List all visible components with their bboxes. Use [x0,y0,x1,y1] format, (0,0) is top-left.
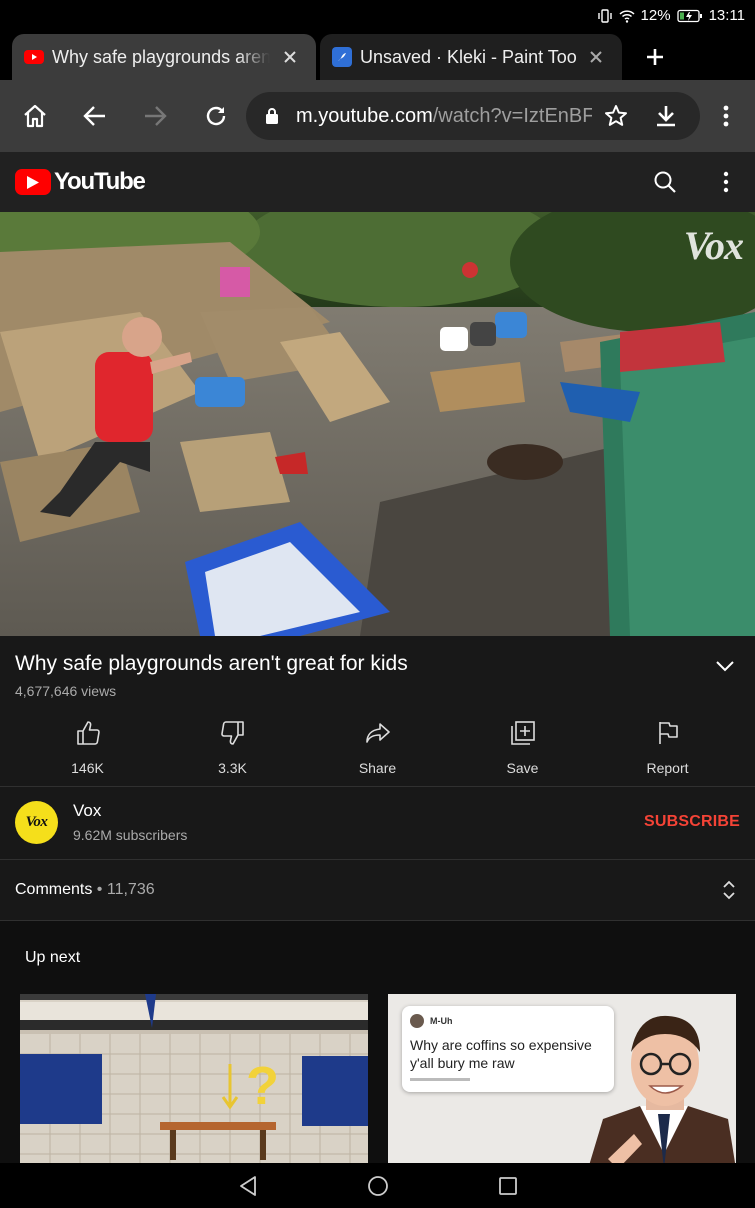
battery-icon [676,9,703,23]
tab-title: Why safe playgrounds aren't great for ki… [52,46,270,67]
like-button[interactable]: 146K [15,718,160,776]
address-bar[interactable]: m.youtube.com/watch?v=IztEnBF [246,92,700,140]
url-text: m.youtube.com/watch?v=IztEnBF [296,105,592,128]
reload-icon [206,106,226,126]
dislike-button[interactable]: 3.3K [160,718,305,776]
new-tab-button[interactable] [640,42,670,72]
plus-icon [647,49,663,65]
battery-percent: 12% [640,7,671,24]
view-count: 4,677,646 views [15,683,117,699]
thumbs-down-icon [218,718,248,748]
nav-back-button[interactable] [235,1173,261,1199]
status-bar: 12% 13:11 [0,0,755,32]
video-details: Why safe playgrounds aren't great for ki… [0,636,755,786]
dislike-count: 3.3K [218,760,247,776]
nav-recents-button[interactable] [495,1173,521,1199]
tweet-avatar [410,1014,424,1028]
square-recents-icon [499,1177,517,1195]
flag-icon [653,718,683,748]
youtube-play-icon [15,169,51,195]
report-label: Report [646,760,689,776]
tab-strip: Why safe playgrounds aren't great for ki… [0,32,755,80]
home-button[interactable] [17,98,53,134]
triangle-back-icon [240,1176,256,1196]
more-vertical-icon [723,105,729,127]
subway-bench-image: ? [20,994,368,1163]
comments-section[interactable]: Comments • 11,736 [0,860,755,920]
share-button[interactable]: Share [305,718,450,776]
bookmark-star-icon[interactable] [598,98,634,134]
browser-toolbar: m.youtube.com/watch?v=IztEnBF [0,80,755,152]
arrow-left-icon [83,106,105,126]
close-tab-icon[interactable] [582,43,610,71]
home-icon [24,104,46,128]
subscribe-button[interactable]: SUBSCRIBE [644,813,740,831]
svg-text:?: ? [246,1056,279,1116]
download-icon[interactable] [648,98,684,134]
forward-button[interactable] [137,98,173,134]
lock-icon [262,104,282,128]
save-label: Save [506,760,539,776]
video-title[interactable]: Why safe playgrounds aren't great for ki… [15,652,408,676]
kleki-favicon-icon [332,47,352,67]
chevron-down-icon[interactable] [713,654,737,678]
tab-title: Unsaved · Kleki - Paint Tool [360,46,576,67]
reload-button[interactable] [198,98,234,134]
youtube-favicon-icon [24,47,44,67]
thumbs-up-icon [73,718,103,748]
share-icon [363,718,393,748]
tweet-card: M-Uh Why are coffins so expensive y'all … [402,1006,614,1092]
up-next-label: Up next [25,949,81,966]
save-button[interactable]: Save [450,718,595,776]
status-icons: 12% 13:11 [597,7,745,24]
vibrate-icon [597,8,613,23]
tweet-meta-line [410,1078,470,1081]
video-player[interactable]: Vox [0,212,755,636]
url-path: /watch?v=IztEnBF [432,104,592,127]
up-next-section: Up next ? M-Uh Why are coffins so expens… [0,921,755,1163]
youtube-logo[interactable]: YouTube [15,168,146,196]
tweet-header: M-Uh [410,1014,606,1028]
comments-count: 11,736 [106,881,155,898]
nav-home-button[interactable] [365,1173,391,1199]
like-count: 146K [71,760,104,776]
channel-row: Vox Vox 9.62M subscribers SUBSCRIBE [0,787,755,859]
close-tab-icon[interactable] [276,43,304,71]
clock: 13:11 [708,7,745,24]
video-frame-image [0,212,755,636]
tweet-text: Why are coffins so expensive y'all bury … [410,1037,592,1071]
arrow-right-icon [145,106,167,126]
tweet-author: M-Uh [430,1016,453,1026]
comments-separator: • [92,881,107,898]
more-options-icon[interactable] [708,164,744,200]
browser-menu-button[interactable] [708,98,744,134]
circle-home-icon [368,1176,388,1196]
action-bar: 146K 3.3K Share Save Report [15,718,740,776]
tab-youtube[interactable]: Why safe playgrounds aren't great for ki… [12,34,316,80]
url-host: m.youtube.com [296,104,433,127]
comments-header: Comments • 11,736 [15,881,155,899]
youtube-header: YouTube [0,152,755,212]
save-playlist-icon [508,718,538,748]
comments-label: Comments [15,881,93,898]
tab-kleki[interactable]: Unsaved · Kleki - Paint Tool [320,34,622,80]
expand-collapse-icon[interactable] [719,879,739,901]
subscriber-count: 9.62M subscribers [73,827,188,843]
vox-watermark: Vox [683,223,744,268]
video-thumbnail[interactable]: M-Uh Why are coffins so expensive y'all … [388,994,736,1163]
report-button[interactable]: Report [595,718,740,776]
back-button[interactable] [77,98,113,134]
video-thumbnail[interactable]: ? [20,994,368,1163]
share-label: Share [358,760,397,776]
channel-avatar[interactable]: Vox [15,801,58,844]
system-nav-bar [0,1163,755,1208]
youtube-wordmark: YouTube [54,168,146,195]
search-icon[interactable] [647,164,683,200]
wifi-icon [619,9,635,23]
channel-name[interactable]: Vox [73,801,101,821]
